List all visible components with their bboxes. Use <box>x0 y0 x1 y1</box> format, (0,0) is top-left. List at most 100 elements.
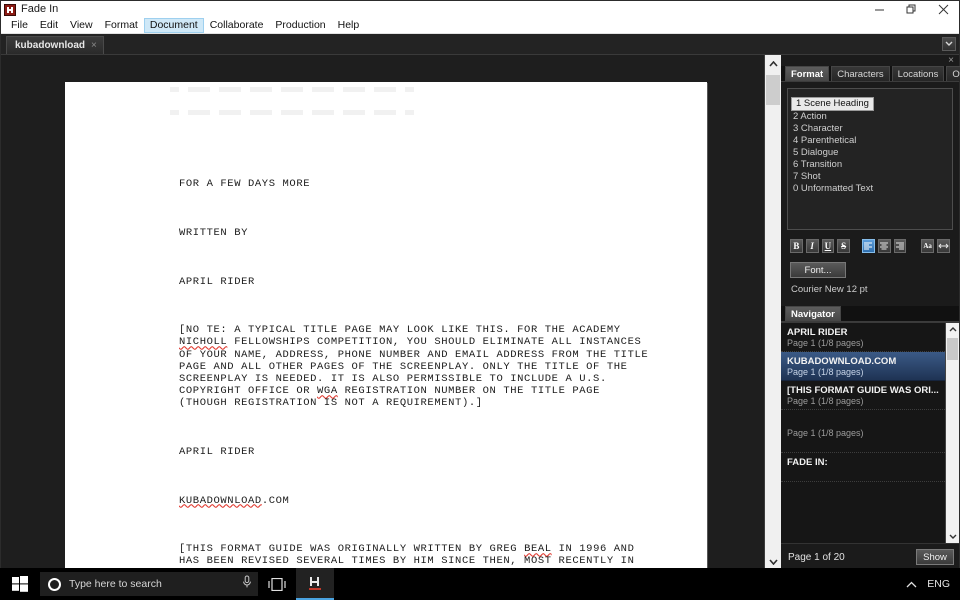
windows-start-icon[interactable] <box>0 568 40 600</box>
element-list-row[interactable]: 1 Scene Heading <box>788 93 952 111</box>
formatting-toolbar: B I U S Aa <box>787 239 953 253</box>
fadein-taskbar-icon[interactable] <box>296 568 334 600</box>
navigator-item-subtitle: Page 1 (1/8 pages) <box>787 428 864 438</box>
title-bar: Fade In <box>1 1 959 18</box>
restore-button[interactable] <box>895 1 927 18</box>
close-button[interactable] <box>927 1 959 18</box>
italic-button[interactable]: I <box>805 239 819 253</box>
navigator-item-subtitle: Page 1 (1/8 pages) <box>787 396 864 406</box>
list-item[interactable]: Page 1 (1/8 pages) <box>781 410 959 453</box>
element-scene-heading[interactable]: 1 Scene Heading <box>791 97 874 111</box>
format-panel-tabs: Format Characters Locations Other <box>781 66 960 82</box>
system-tray: ENG <box>906 575 960 593</box>
tab-characters[interactable]: Characters <box>831 66 890 81</box>
scroll-up-arrow-icon[interactable] <box>946 323 959 336</box>
menu-file[interactable]: File <box>5 18 34 33</box>
chevron-up-icon[interactable] <box>906 575 917 593</box>
navigator-item-subtitle: Page 1 (1/8 pages) <box>787 367 864 377</box>
strikethrough-button[interactable]: S <box>837 239 850 253</box>
taskbar: Type here to search ENG <box>0 568 960 600</box>
tab-navigator[interactable]: Navigator <box>785 306 841 321</box>
script-block-title[interactable]: FOR A FEW DAYS MORE <box>179 178 649 190</box>
screen-root: Fade In File Edit View Format Document C… <box>0 0 960 600</box>
show-button[interactable]: Show <box>916 549 954 565</box>
document-tab-strip: kubadownload × <box>1 34 959 55</box>
document-tab-label: kubadownload <box>15 40 85 51</box>
script-block-author-2[interactable]: APRIL RIDER <box>179 446 649 458</box>
font-button[interactable]: Font... <box>790 262 846 278</box>
script-page[interactable]: FOR A FEW DAYS MORE WRITTEN BY APRIL RID… <box>65 82 707 570</box>
navigator-scrollbar[interactable] <box>945 323 959 543</box>
script-block-note[interactable]: [NO TE: A TYPICAL TITLE PAGE MAY LOOK LI… <box>179 324 649 409</box>
element-transition[interactable]: 6 Transition <box>788 159 952 171</box>
fadein-window: Fade In File Edit View Format Document C… <box>0 0 960 570</box>
navigator-item-title: FADE IN: <box>787 457 828 468</box>
search-placeholder: Type here to search <box>69 578 162 590</box>
tab-format[interactable]: Format <box>785 66 830 81</box>
task-view-icon[interactable] <box>258 568 296 600</box>
navigator-item-title: [THIS FORMAT GUIDE WAS ORI... <box>787 385 939 396</box>
navigator-scroll-thumb[interactable] <box>947 338 958 360</box>
menu-document[interactable]: Document <box>143 18 204 33</box>
editor-vertical-scrollbar[interactable] <box>764 55 781 570</box>
close-icon[interactable]: × <box>948 55 954 66</box>
tab-other[interactable]: Other <box>946 66 960 81</box>
script-block-format-guide[interactable]: [THIS FORMAT GUIDE WAS ORIGINALLY WRITTE… <box>179 543 649 570</box>
language-indicator[interactable]: ENG <box>927 578 950 590</box>
font-value-label: Courier New 12 pt <box>791 284 868 295</box>
navigator-status-bar: Page 1 of 20 Show <box>781 543 959 570</box>
document-tab-kubadownload[interactable]: kubadownload × <box>6 36 104 54</box>
width-arrow-icon[interactable] <box>937 239 950 253</box>
align-right-icon[interactable] <box>893 239 907 253</box>
element-action[interactable]: 2 Action <box>788 111 952 123</box>
fadein-logo-icon <box>4 3 16 16</box>
scroll-up-arrow-icon[interactable] <box>765 55 781 72</box>
editor-scroll-thumb[interactable] <box>766 75 780 105</box>
menu-format[interactable]: Format <box>99 18 144 33</box>
script-block-written-by[interactable]: WRITTEN BY <box>179 227 649 239</box>
menu-collaborate[interactable]: Collaborate <box>204 18 270 33</box>
list-item[interactable]: FADE IN: <box>781 453 959 482</box>
tab-locations[interactable]: Locations <box>891 66 945 81</box>
page-header-faint <box>115 87 415 127</box>
navigator-panel: Navigator APRIL RIDER Page 1 (1/8 pages)… <box>781 306 959 570</box>
element-character[interactable]: 3 Character <box>788 123 952 135</box>
element-type-list[interactable]: 1 Scene Heading 2 Action 3 Character 4 P… <box>787 88 953 230</box>
menu-help[interactable]: Help <box>332 18 366 33</box>
format-panel-body: 1 Scene Heading 2 Action 3 Character 4 P… <box>781 82 959 295</box>
script-block-author[interactable]: APRIL RIDER <box>179 276 649 288</box>
window-controls <box>863 1 959 18</box>
format-panel-close-bar: × <box>781 55 959 66</box>
align-left-icon[interactable] <box>862 239 875 253</box>
script-text[interactable]: FOR A FEW DAYS MORE WRITTEN BY APRIL RID… <box>179 154 649 570</box>
menu-edit[interactable]: Edit <box>34 18 64 33</box>
menu-production[interactable]: Production <box>269 18 331 33</box>
workspace: FOR A FEW DAYS MORE WRITTEN BY APRIL RID… <box>1 55 960 570</box>
navigator-item-title: KUBADOWNLOAD.COM <box>787 356 897 367</box>
element-dialogue[interactable]: 5 Dialogue <box>788 147 952 159</box>
list-item[interactable]: KUBADOWNLOAD.COM Page 1 (1/8 pages) <box>781 352 959 381</box>
minimize-button[interactable] <box>863 1 895 18</box>
list-item[interactable]: APRIL RIDER Page 1 (1/8 pages) <box>781 323 959 352</box>
element-unformatted-text[interactable]: 0 Unformatted Text <box>788 183 952 195</box>
window-title: Fade In <box>21 3 59 15</box>
change-case-icon[interactable]: Aa <box>921 239 934 253</box>
align-center-icon[interactable] <box>877 239 891 253</box>
navigator-item-subtitle: Page 1 (1/8 pages) <box>787 338 864 348</box>
editor-area[interactable]: FOR A FEW DAYS MORE WRITTEN BY APRIL RID… <box>1 55 781 570</box>
bold-button[interactable]: B <box>790 239 803 253</box>
element-shot[interactable]: 7 Shot <box>788 171 952 183</box>
navigator-list[interactable]: APRIL RIDER Page 1 (1/8 pages) KUBADOWNL… <box>781 322 959 543</box>
element-parenthetical[interactable]: 4 Parenthetical <box>788 135 952 147</box>
chevron-down-icon[interactable] <box>942 37 956 51</box>
script-block-website[interactable]: KUBADOWNLOAD.COM <box>179 495 649 507</box>
scroll-down-arrow-icon[interactable] <box>946 530 959 543</box>
close-icon[interactable]: × <box>91 40 97 51</box>
menu-view[interactable]: View <box>64 18 99 33</box>
navigator-tabs: Navigator <box>781 306 959 322</box>
list-item[interactable]: [THIS FORMAT GUIDE WAS ORI... Page 1 (1/… <box>781 381 959 410</box>
microphone-icon[interactable] <box>242 575 252 594</box>
search-input[interactable]: Type here to search <box>40 572 258 596</box>
cortana-circle-icon[interactable] <box>48 577 61 591</box>
underline-button[interactable]: U <box>821 239 835 253</box>
